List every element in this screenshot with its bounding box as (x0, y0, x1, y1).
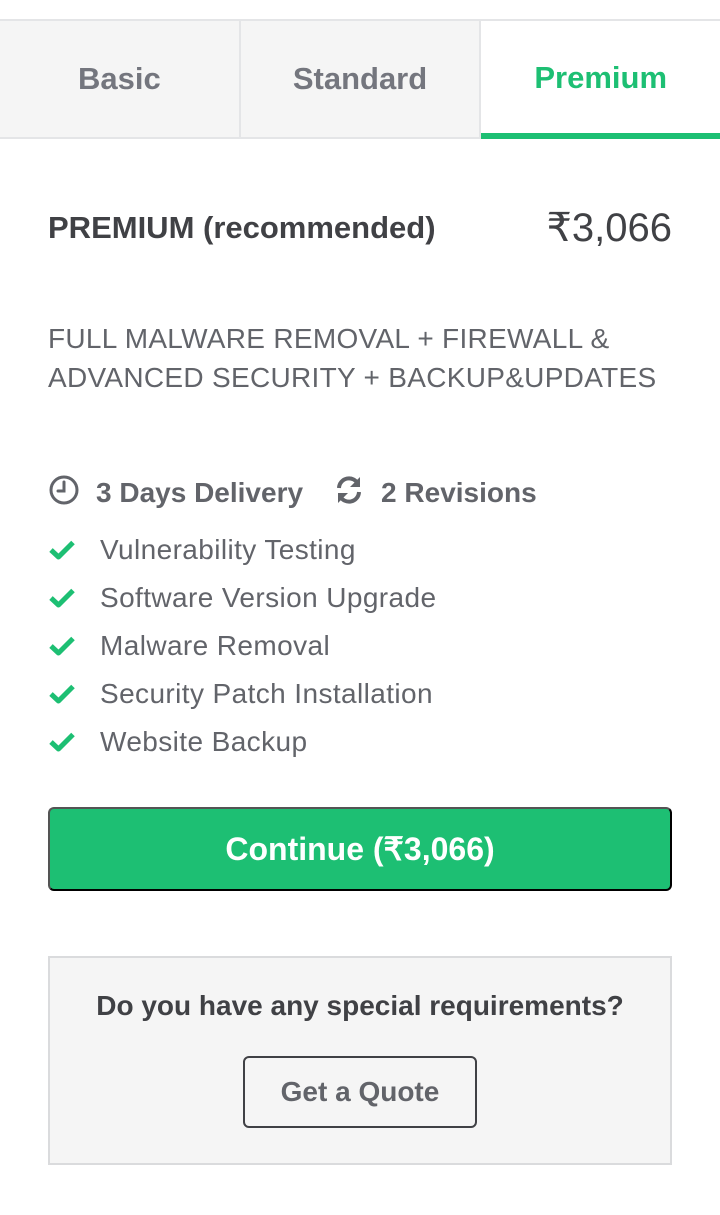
check-icon (48, 587, 100, 609)
top-spacer (0, 0, 720, 19)
revisions-info: 2 Revisions (333, 474, 537, 513)
check-icon (48, 683, 100, 705)
check-icon (48, 731, 100, 753)
tab-basic[interactable]: Basic (0, 21, 241, 137)
list-item: Vulnerability Testing (48, 526, 672, 574)
package-tabs: Basic Standard Premium (0, 19, 720, 139)
tab-standard[interactable]: Standard (241, 21, 482, 137)
package-header: PREMIUM (recommended) ₹3,066 (48, 203, 672, 253)
tab-premium[interactable]: Premium (481, 21, 720, 139)
special-requirements-box: Do you have any special requirements? Ge… (48, 956, 672, 1165)
refresh-icon (333, 474, 381, 513)
special-requirements-question: Do you have any special requirements? (96, 990, 624, 1021)
check-icon (48, 635, 100, 657)
list-item: Security Patch Installation (48, 670, 672, 718)
package-price: ₹3,066 (546, 206, 672, 250)
package-title: PREMIUM (recommended) (48, 210, 436, 245)
delivery-info: 3 Days Delivery (48, 474, 303, 513)
list-item: Software Version Upgrade (48, 574, 672, 622)
feature-label: Malware Removal (100, 630, 331, 661)
get-quote-button[interactable]: Get a Quote (243, 1056, 477, 1128)
feature-label: Security Patch Installation (100, 678, 433, 709)
package-content: PREMIUM (recommended) ₹3,066 FULL MALWAR… (0, 203, 720, 1165)
list-item: Malware Removal (48, 622, 672, 670)
revisions-label: 2 Revisions (381, 477, 537, 508)
feature-label: Vulnerability Testing (100, 534, 356, 565)
feature-list: Vulnerability Testing Software Version U… (48, 526, 672, 766)
feature-label: Website Backup (100, 726, 308, 757)
feature-label: Software Version Upgrade (100, 582, 437, 613)
clock-icon (48, 474, 96, 513)
continue-button[interactable]: Continue (₹3,066) (48, 807, 672, 891)
list-item: Website Backup (48, 718, 672, 766)
delivery-revisions-row: 3 Days Delivery 2 Revisions (48, 473, 672, 513)
delivery-label: 3 Days Delivery (96, 477, 304, 508)
package-description: FULL MALWARE REMOVAL + FIREWALL & ADVANC… (48, 323, 657, 393)
check-icon (48, 539, 100, 561)
